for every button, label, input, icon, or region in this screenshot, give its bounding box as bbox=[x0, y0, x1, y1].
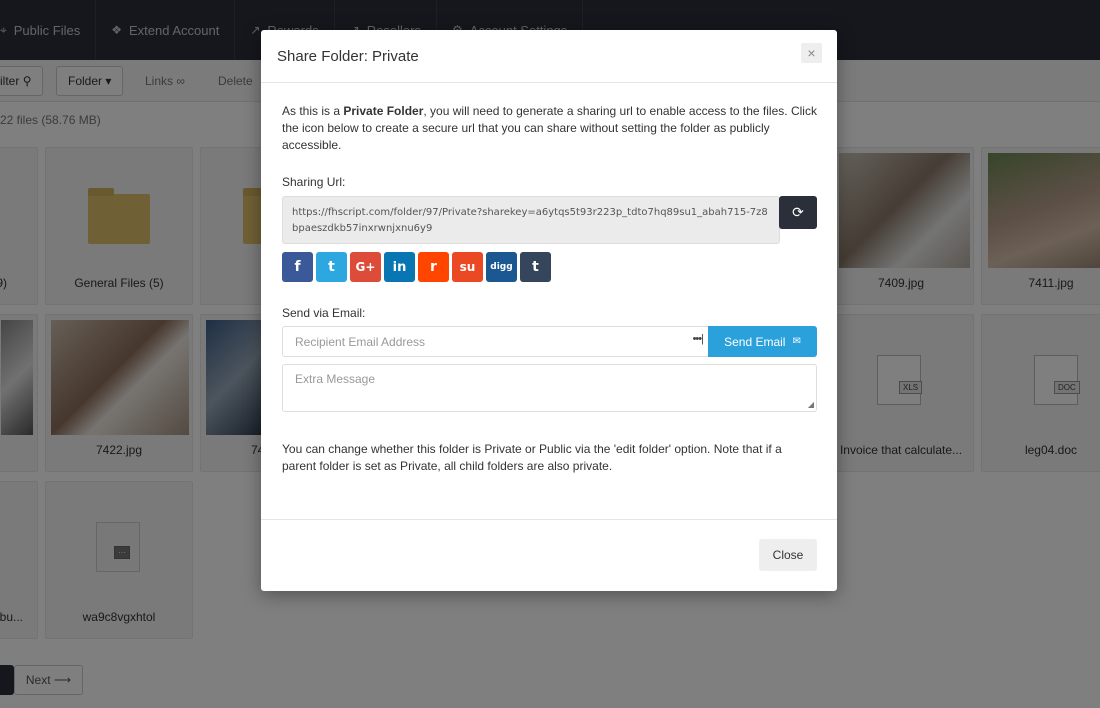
modal-body: As this is a Private Folder, you will ne… bbox=[261, 84, 837, 519]
extra-message-textarea[interactable]: Extra Message ◢ bbox=[282, 364, 817, 412]
close-button[interactable]: Close bbox=[759, 539, 817, 571]
send-email-label: Send via Email: bbox=[282, 306, 366, 320]
privacy-note: You can change whether this folder is Pr… bbox=[282, 442, 782, 473]
modal-header: Share Folder: Private × bbox=[261, 30, 837, 83]
reddit-share-icon[interactable]: r bbox=[418, 252, 449, 282]
google-plus-share-icon[interactable]: G+ bbox=[350, 252, 381, 282]
password-manager-icon[interactable]: •••| bbox=[693, 333, 704, 345]
sharing-url-field[interactable]: https://fhscript.com/folder/97/Private?s… bbox=[282, 196, 780, 244]
envelope-icon: ✉ bbox=[792, 336, 801, 347]
sharing-url-label: Sharing Url: bbox=[282, 175, 346, 189]
modal-footer: Close bbox=[261, 519, 837, 591]
modal-title: Share Folder: Private bbox=[277, 48, 419, 65]
send-email-button[interactable]: Send Email ✉ bbox=[708, 326, 817, 357]
digg-share-icon[interactable]: digg bbox=[486, 252, 517, 282]
share-folder-modal: Share Folder: Private × As this is a Pri… bbox=[261, 30, 837, 591]
refresh-url-button[interactable]: ⟳ bbox=[779, 196, 817, 229]
social-share-buttons: f t G+ in r su digg t bbox=[282, 252, 551, 282]
recipient-email-input[interactable]: Recipient Email Address •••| bbox=[282, 326, 710, 357]
linkedin-share-icon[interactable]: in bbox=[384, 252, 415, 282]
refresh-icon: ⟳ bbox=[792, 204, 804, 220]
resize-handle-icon[interactable]: ◢ bbox=[808, 400, 814, 409]
intro-text: As this is a Private Folder, you will ne… bbox=[282, 104, 817, 152]
tumblr-share-icon[interactable]: t bbox=[520, 252, 551, 282]
stumbleupon-share-icon[interactable]: su bbox=[452, 252, 483, 282]
close-icon[interactable]: × bbox=[801, 43, 822, 63]
twitter-share-icon[interactable]: t bbox=[316, 252, 347, 282]
facebook-share-icon[interactable]: f bbox=[282, 252, 313, 282]
